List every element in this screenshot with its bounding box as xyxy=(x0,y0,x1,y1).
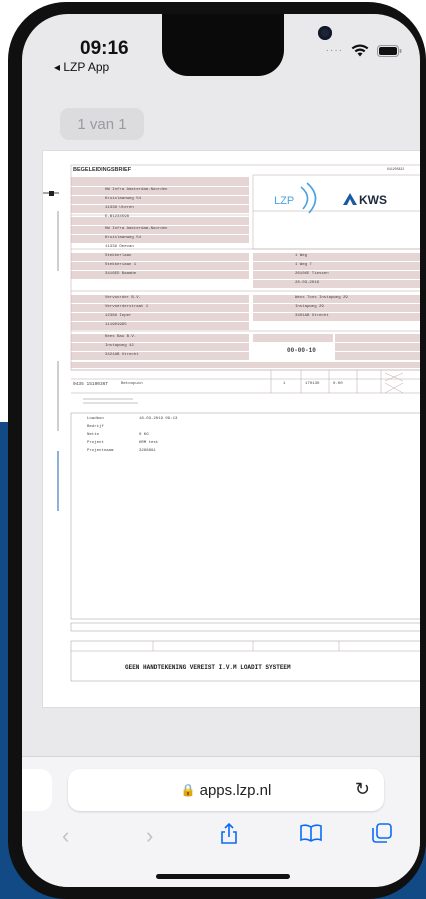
material-code: 0435 1510036T xyxy=(73,382,109,387)
previous-tab-preview[interactable] xyxy=(22,769,52,811)
location-right-1: 1 Weg xyxy=(295,254,308,258)
safari-toolbar: 🔒 apps.lzp.nl ↻ ‹ › xyxy=(22,756,420,887)
detail-value-1: 18-03-2019 09:13 xyxy=(139,417,178,421)
bookmarks-icon[interactable] xyxy=(300,823,322,849)
processor-name: Wess Tons Instapweg 29 xyxy=(295,296,348,300)
signal-icon: ···· xyxy=(325,45,343,56)
kws-brand: KWS xyxy=(359,193,387,207)
document-number: 641205822 xyxy=(387,167,405,171)
pdf-document: BEGELEIDINGSBRIEF 641205822 LZP KWS HW I… xyxy=(42,150,420,708)
back-arrow-icon[interactable]: ‹ xyxy=(62,823,69,849)
detail-label-5: Projectnaam xyxy=(87,449,114,453)
receive-date: 00-00-10 xyxy=(287,347,316,354)
home-indicator xyxy=(156,874,290,879)
transporter-name: Vervoorder B.V. xyxy=(105,296,142,300)
transporter-address: Vervoerderstraat 1 xyxy=(105,305,149,309)
share-icon[interactable] xyxy=(220,822,238,851)
quantity: 1 xyxy=(283,382,286,386)
detail-label-2: Bedrijf xyxy=(87,425,104,429)
status-icons: ···· xyxy=(326,44,402,57)
address-bar[interactable]: 🔒 apps.lzp.nl ↻ xyxy=(68,769,384,811)
transporter-id: 111901995 xyxy=(105,323,127,327)
buyer-address: Instapweg 42 xyxy=(105,344,134,348)
detail-value-3: 0 KG xyxy=(139,433,149,437)
location-right-4: 28-03-2019 xyxy=(295,281,320,285)
transporter-postal: 12389 Ieper xyxy=(105,314,132,318)
document-page-graphics xyxy=(43,164,420,682)
bottom-nav: ‹ › xyxy=(22,822,420,863)
kws-logo-icon xyxy=(343,193,357,205)
buyer-name: Kees Bau B.V. xyxy=(105,335,137,339)
forward-arrow-icon[interactable]: › xyxy=(146,823,153,849)
wifi-icon xyxy=(351,44,369,57)
sender-address: Kruislaanweg 54 xyxy=(105,197,142,201)
sender-id: E.B1234598 xyxy=(105,215,130,219)
tabs-icon[interactable] xyxy=(372,823,392,849)
lzp-logo-icon xyxy=(300,182,317,214)
battery-icon xyxy=(377,44,402,57)
back-to-app-link[interactable]: ◂ LZP App xyxy=(54,60,109,74)
no-signature-notice: GEEN HANDTEKENING VEREIST I.V.M LOADIT S… xyxy=(125,664,291,671)
lock-icon: 🔒 xyxy=(180,783,196,797)
buyer-postal: 3421AB Utrecht xyxy=(105,353,139,357)
weight-secondary: 0.00 xyxy=(333,382,343,386)
document-title: BEGELEIDINGSBRIEF xyxy=(73,167,132,173)
weight: 170130 xyxy=(305,382,320,386)
receiver-postal: 11339 Deevan xyxy=(105,245,134,249)
page-indicator: 1 van 1 xyxy=(60,108,144,140)
location-right-2: 1 Weg 7 xyxy=(295,263,312,267)
back-app-label: LZP App xyxy=(63,60,110,74)
location-address: Stekkeriaan 1 xyxy=(105,263,137,267)
sender-postal: 11339 Uteren xyxy=(105,206,134,210)
detail-value-5: 3288891 xyxy=(139,449,156,453)
receiver-address: Kruislaanweg 54 xyxy=(105,236,142,240)
material-description: Betonpuin xyxy=(121,382,143,386)
detail-label-3: Netto xyxy=(87,433,100,437)
location-name: Stekkerlaan xyxy=(105,254,132,258)
detail-label-4: Project xyxy=(87,441,104,445)
location-right-3: 2610XE Tiessen xyxy=(295,272,329,276)
sender-name: HW Infra Amsterdam-Noorden xyxy=(105,188,168,192)
dynamic-island xyxy=(162,14,332,76)
status-time: 09:16 xyxy=(80,38,129,59)
detail-value-4: HRM test xyxy=(139,441,159,445)
location-postal: 3416ED Baamhe xyxy=(105,272,137,276)
front-camera xyxy=(318,26,332,40)
processor-postal: 3401AB Utrecht xyxy=(295,314,329,318)
lzp-brand: LZP xyxy=(274,195,295,207)
processor-address: Instapweg 29 xyxy=(295,305,324,309)
screen: 09:16 ◂ LZP App ···· 1 van 1 BEGELEIDING… xyxy=(22,14,420,887)
reload-icon[interactable]: ↻ xyxy=(355,779,370,800)
url-text: apps.lzp.nl xyxy=(199,781,272,799)
phone-frame: 09:16 ◂ LZP App ···· 1 van 1 BEGELEIDING… xyxy=(8,2,426,899)
receiver-name: HW Infra Amsterdam-Noorden xyxy=(105,227,168,231)
detail-label-1: Loadbon xyxy=(87,417,104,421)
